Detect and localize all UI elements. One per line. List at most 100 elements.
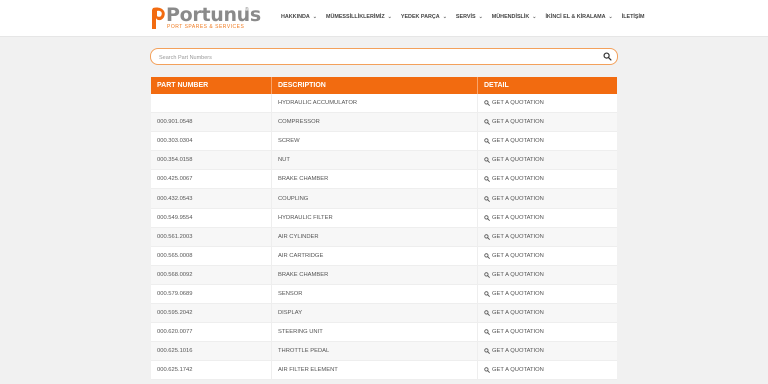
part-number-cell: 000.625.1742 — [151, 361, 272, 380]
table-row: 000.620.0077 STEERING UNIT GET A QUOTATION — [151, 323, 617, 343]
get-quotation-link[interactable]: GET A QUOTATION — [484, 348, 544, 354]
main-nav: HAKKINDA ⌄ MÜMESSİLLİKLERİMİZ ⌄ YEDEK PARÇ… — [281, 14, 654, 20]
nav-item-ikinci-el-kiralama[interactable]: İKİNCİ EL & KİRALAMA ⌄ — [545, 14, 612, 20]
search-icon — [484, 100, 490, 106]
get-quotation-link[interactable]: GET A QUOTATION — [484, 119, 544, 125]
get-quotation-link[interactable]: GET A QUOTATION — [484, 253, 544, 259]
description-cell: HYDRAULIC FILTER — [272, 208, 478, 227]
column-header-detail: DETAIL — [484, 82, 509, 89]
table-row: 000.565.0008 AIR CARTRIDGE GET A QUOTATION — [151, 246, 617, 266]
table-row: 000.425.0067 BRAKE CHAMBER GET A QUOTATION — [151, 170, 617, 190]
get-quotation-link[interactable]: GET A QUOTATION — [484, 310, 544, 316]
detail-cell: GET A QUOTATION — [478, 285, 617, 303]
logo-registered-mark: ® — [245, 7, 249, 13]
get-quotation-link[interactable]: GET A QUOTATION — [484, 272, 544, 278]
part-number-cell: 000.549.9554 — [151, 208, 272, 227]
search-input[interactable] — [159, 53, 579, 62]
detail-cell: GET A QUOTATION — [478, 304, 617, 322]
get-quotation-link[interactable]: GET A QUOTATION — [484, 367, 544, 373]
part-number-cell: 000.425.0067 — [151, 170, 272, 189]
chevron-down-icon: ⌄ — [532, 14, 537, 20]
table-row: 000.579.0689 SENSOR GET A QUOTATION — [151, 284, 617, 305]
description-cell: AIR CARTRIDGE — [272, 246, 478, 265]
get-quotation-label: GET A QUOTATION — [492, 367, 544, 374]
detail-cell: GET A QUOTATION — [478, 170, 617, 188]
get-quotation-label: GET A QUOTATION — [492, 138, 544, 145]
description-cell: HYDRAULIC ACCUMULATOR — [272, 94, 478, 113]
nav-item-yedek-parca[interactable]: YEDEK PARÇA ⌄ — [401, 14, 447, 20]
get-quotation-link[interactable]: GET A QUOTATION — [484, 215, 544, 221]
search-icon — [484, 253, 490, 259]
detail-cell: GET A QUOTATION — [478, 94, 617, 112]
table-row: 000.354.0158 NUT GET A QUOTATION — [151, 151, 617, 171]
column-header-description: DESCRIPTION — [272, 77, 478, 94]
part-search-bar — [150, 48, 618, 65]
search-icon — [484, 195, 490, 202]
nav-label: SERVİS — [455, 14, 476, 20]
search-icon — [484, 176, 490, 183]
get-quotation-label: GET A QUOTATION — [492, 310, 544, 317]
nav-item-mumessilliklerimiz[interactable]: MÜMESSİLLİKLERİMİZ ⌄ — [326, 14, 392, 20]
detail-cell: GET A QUOTATION — [478, 113, 617, 131]
table-row: 000.549.9554 HYDRAULIC FILTER GET A QUOTAT… — [151, 208, 617, 228]
table-row: 000.561.2003 AIR CYLINDER GET A QUOTATION — [151, 227, 617, 247]
search-icon — [484, 329, 490, 336]
get-quotation-label: GET A QUOTATION — [492, 195, 544, 202]
description-cell: THROTTLE PEDAL — [272, 342, 478, 361]
chevron-down-icon: ⌄ — [312, 14, 317, 20]
get-quotation-link[interactable]: GET A QUOTATION — [484, 234, 544, 240]
table-row: HYDRAULIC ACCUMULATOR GET A QUOTATION — [151, 94, 617, 114]
part-number-cell: 000.303.0304 — [151, 132, 272, 151]
get-quotation-label: GET A QUOTATION — [492, 271, 544, 278]
table-row: 000.901.0548 COMPRESSOR GET A QUOTATION — [151, 113, 617, 133]
detail-cell: GET A QUOTATION — [478, 228, 617, 246]
nav-label: İLETİŞİM — [621, 14, 645, 20]
nav-item-iletisim[interactable]: İLETİŞİM — [622, 14, 645, 20]
nav-item-servis[interactable]: SERVİS ⌄ — [456, 14, 483, 20]
chevron-down-icon: ⌄ — [478, 14, 483, 20]
part-number-cell: 000.595.2042 — [151, 304, 272, 323]
nav-label: YEDEK PARÇA — [400, 14, 440, 20]
description-cell: DISPLAY — [272, 304, 478, 323]
search-icon — [484, 367, 490, 374]
get-quotation-label: GET A QUOTATION — [492, 100, 544, 107]
description-cell: BRAKE CHAMBER — [272, 170, 478, 189]
table-row: 000.625.1742 AIR FILTER ELEMENT GET A QUOT… — [151, 361, 617, 381]
nav-item-hakkinda[interactable]: HAKKINDA ⌄ — [281, 14, 317, 20]
search-icon — [484, 214, 490, 221]
get-quotation-link[interactable]: GET A QUOTATION — [484, 100, 544, 106]
get-quotation-link[interactable]: GET A QUOTATION — [484, 157, 544, 163]
part-number-cell: 000.625.1016 — [151, 342, 272, 361]
search-icon — [484, 310, 490, 316]
logo-tagline: PORT SPARES & SERVICES — [167, 24, 245, 30]
nav-item-muhendislik[interactable]: MÜHENDİSLİK ⌄ — [492, 14, 537, 20]
search-icon[interactable] — [603, 52, 612, 61]
get-quotation-link[interactable]: GET A QUOTATION — [484, 291, 544, 297]
part-number-cell: 000.579.0689 — [151, 284, 272, 304]
get-quotation-link[interactable]: GET A QUOTATION — [484, 176, 544, 182]
table-row: 000.303.0304 SCREW GET A QUOTATION — [151, 132, 617, 152]
nav-label: İKİNCİ EL & KİRALAMA — [545, 14, 606, 20]
detail-cell: GET A QUOTATION — [478, 323, 617, 341]
description-cell: STEERING UNIT — [272, 323, 478, 342]
table-row: 000.568.0092 BRAKE CHAMBER GET A QUOTATION — [151, 265, 617, 285]
get-quotation-label: GET A QUOTATION — [492, 157, 544, 164]
description-cell: NUT — [272, 151, 478, 170]
table-header: PART NUMBER DESCRIPTION DETAIL — [151, 77, 617, 94]
part-number-cell: 000.620.0077 — [151, 323, 272, 342]
site-header: Portunus ® PORT SPARES & SERVICES HAKKIN… — [0, 0, 768, 37]
get-quotation-link[interactable]: GET A QUOTATION — [484, 329, 544, 335]
get-quotation-link[interactable]: GET A QUOTATION — [484, 138, 544, 144]
detail-cell: GET A QUOTATION — [478, 189, 617, 207]
part-number-cell: 000.561.2003 — [151, 227, 272, 246]
part-number-cell: 000.901.0548 — [151, 113, 272, 132]
nav-label: HAKKINDA — [281, 14, 310, 20]
table-row: 000.432.0543 COUPLING GET A QUOTATION — [151, 189, 617, 209]
description-cell: AIR CYLINDER — [272, 227, 478, 246]
search-icon — [484, 119, 490, 125]
get-quotation-link[interactable]: GET A QUOTATION — [484, 196, 544, 202]
get-quotation-label: GET A QUOTATION — [492, 252, 544, 259]
search-icon — [484, 157, 490, 164]
portunus-logo[interactable]: Portunus ® PORT SPARES & SERVICES — [149, 4, 261, 33]
search-icon — [484, 272, 490, 278]
